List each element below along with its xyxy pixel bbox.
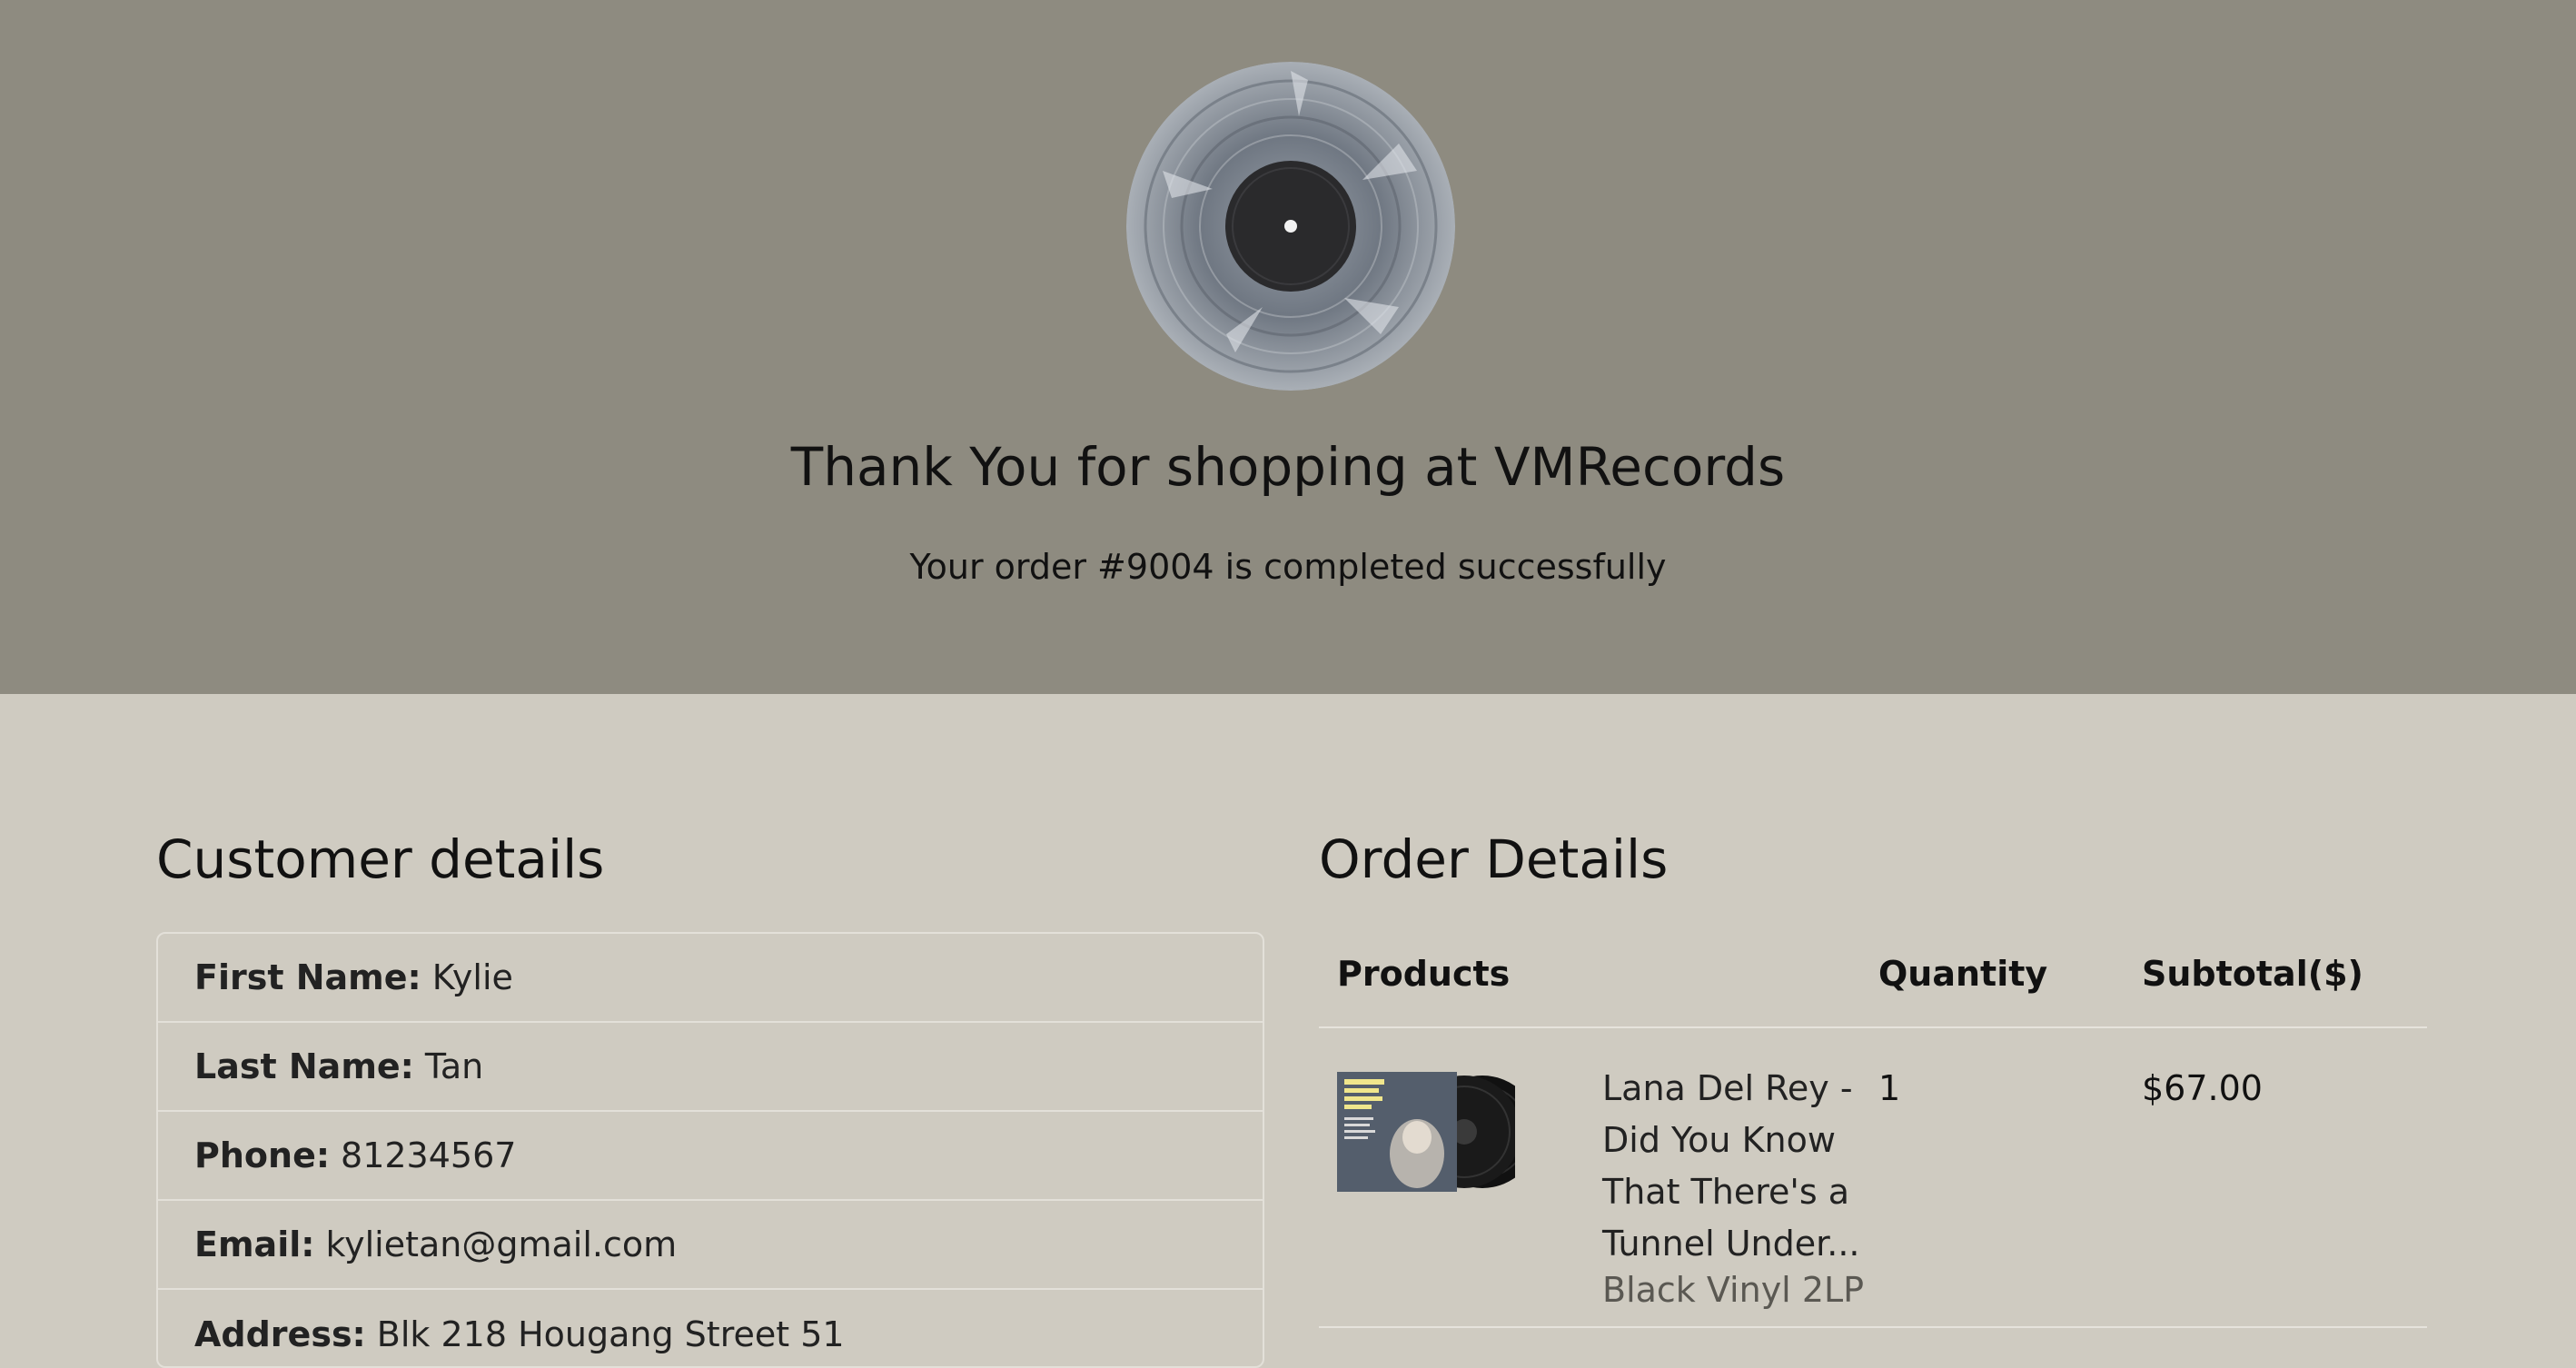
table-row: Lana Del Rey - Did You Know That There's… xyxy=(1319,1028,2427,1328)
order-details-table: Products Quantity Subtotal($) Lana Del R… xyxy=(1319,927,2427,1328)
subtotal-column-header: Subtotal($) xyxy=(2142,954,2363,994)
products-column-header: Products xyxy=(1337,954,1511,994)
order-details-heading: Order Details xyxy=(1319,828,1669,890)
order-status-message: Your order #9004 is completed successful… xyxy=(909,547,1667,587)
vinyl-record-image xyxy=(1126,62,1455,391)
field-label: Phone: xyxy=(194,1135,331,1175)
thank-you-title: Thank You for shopping at VMRecords xyxy=(790,436,1786,498)
field-label: Email: xyxy=(194,1224,315,1264)
customer-email: Email: kylietan@gmail.com xyxy=(158,1201,1263,1290)
product-name[interactable]: Lana Del Rey - Did You Know That There's… xyxy=(1602,1063,1875,1270)
field-label: Address: xyxy=(194,1314,366,1354)
field-label: First Name: xyxy=(194,957,421,997)
field-value: Blk 218 Hougang Street 51 xyxy=(376,1314,845,1354)
customer-details-list: First Name: Kylie Last Name: Tan Phone: … xyxy=(156,932,1264,1368)
product-subtotal: $67.00 xyxy=(2142,1068,2263,1108)
product-quantity: 1 xyxy=(1878,1068,1901,1108)
product-variant: Black Vinyl 2LP xyxy=(1602,1270,1865,1310)
customer-first-name: First Name: Kylie xyxy=(158,934,1263,1023)
album-cover-thumbnail[interactable] xyxy=(1337,1072,1539,1192)
field-value: 81234567 xyxy=(341,1135,517,1175)
field-label: Last Name: xyxy=(194,1046,414,1086)
field-value: Tan xyxy=(424,1046,484,1086)
customer-address: Address: Blk 218 Hougang Street 51 xyxy=(158,1290,1263,1366)
hero-banner: Thank You for shopping at VMRecords Your… xyxy=(0,0,2576,694)
quantity-column-header: Quantity xyxy=(1878,954,2048,994)
customer-details-heading: Customer details xyxy=(156,828,605,890)
table-header: Products Quantity Subtotal($) xyxy=(1319,927,2427,1028)
field-value: Kylie xyxy=(431,957,513,997)
field-value: kylietan@gmail.com xyxy=(325,1224,678,1264)
customer-last-name: Last Name: Tan xyxy=(158,1023,1263,1112)
customer-phone: Phone: 81234567 xyxy=(158,1112,1263,1201)
